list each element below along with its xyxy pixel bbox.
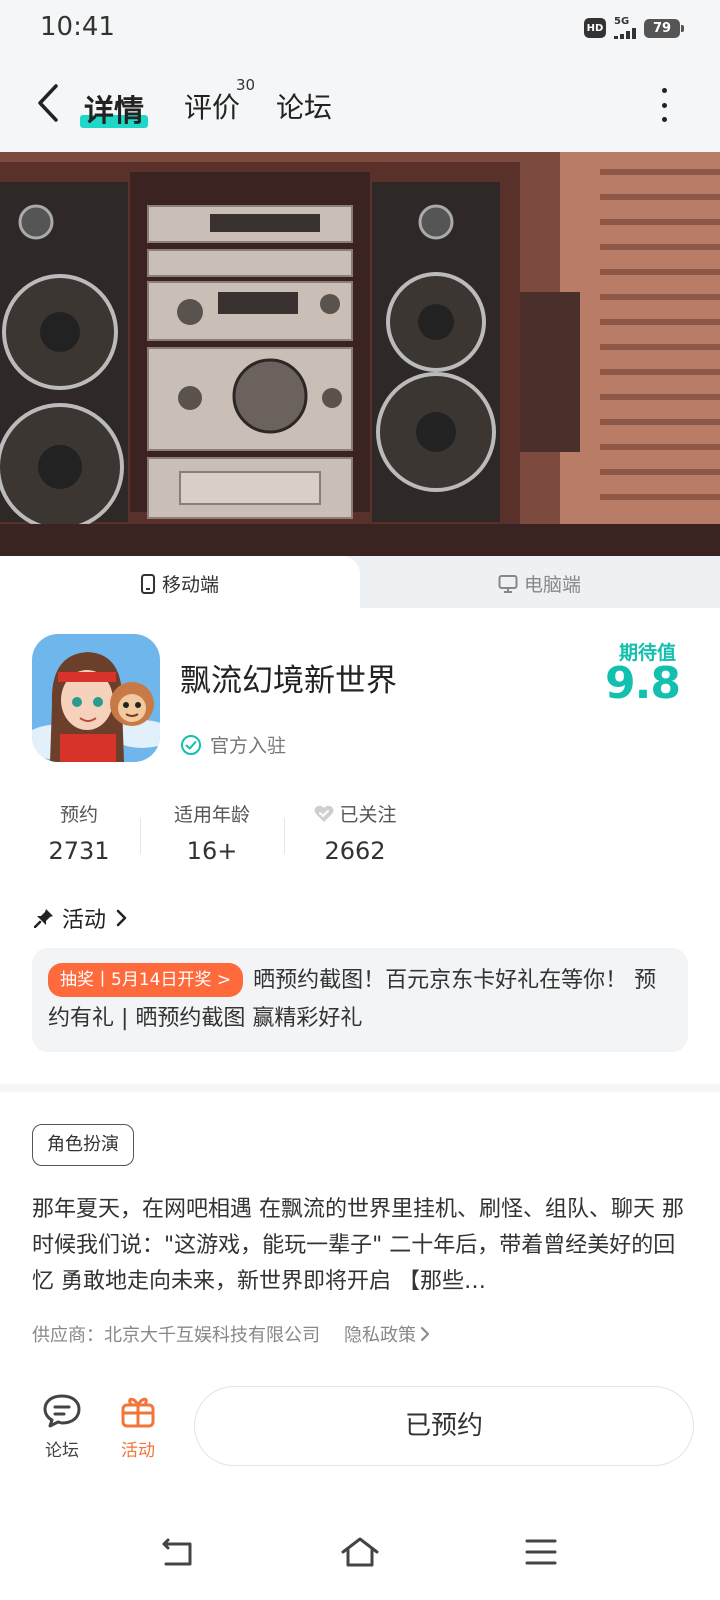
- stat-reservations: 预约 2731: [38, 800, 120, 865]
- official-label: 官方入驻: [210, 735, 287, 757]
- tab-mobile-label: 移动端: [162, 574, 220, 596]
- stat-value: 2662: [324, 837, 386, 865]
- system-home-icon: [341, 1537, 379, 1567]
- system-menu-icon: [525, 1539, 557, 1565]
- battery-icon: 79: [644, 18, 684, 38]
- gift-icon: [121, 1397, 155, 1428]
- stat-label-row: 已关注: [306, 800, 404, 827]
- supplier-text: 供应商：北京大千互娱科技有限公司: [32, 1325, 320, 1346]
- back-button[interactable]: [30, 80, 70, 126]
- hero-image: [0, 152, 720, 556]
- system-home-button[interactable]: [340, 1536, 380, 1572]
- app-name: 飘流幻境新世界: [180, 663, 397, 699]
- pin-icon: [34, 909, 53, 928]
- forum-chat-icon: [43, 1394, 81, 1428]
- tab-detail[interactable]: 详情: [80, 86, 148, 130]
- bottom-forum-button[interactable]: 论坛: [32, 1392, 92, 1461]
- bottom-forum-label: 论坛: [45, 1441, 79, 1461]
- verified-check-icon: [181, 734, 201, 755]
- privacy-policy-link[interactable]: 隐私政策: [344, 1321, 430, 1347]
- tab-forum[interactable]: 论坛: [276, 86, 332, 126]
- bottom-activity-button[interactable]: 活动: [108, 1392, 168, 1461]
- chevron-right-icon: [421, 1327, 429, 1341]
- app-icon-image: [32, 634, 160, 762]
- lottery-badge[interactable]: 抽奖丨5月14日开奖 >: [48, 963, 244, 997]
- platform-tabs: 移动端 电脑端: [0, 556, 720, 608]
- bottom-activity-label: 活动: [121, 1441, 155, 1461]
- heart-check-icon: [314, 805, 334, 822]
- stat-age-rating: 适用年龄 16+: [162, 800, 262, 865]
- network-type: 5G: [614, 16, 630, 27]
- tab-pc-label: 电脑端: [524, 574, 582, 596]
- stat-label: 预约: [59, 804, 98, 826]
- more-options-button[interactable]: [652, 88, 676, 122]
- activity-header-label: 活动: [62, 908, 107, 933]
- system-back-icon: [162, 1538, 192, 1566]
- stat-label: 适用年龄: [173, 804, 250, 826]
- chevron-right-icon: [116, 909, 127, 927]
- genre-tag[interactable]: 角色扮演: [32, 1124, 134, 1166]
- tab-pc[interactable]: 电脑端: [498, 570, 581, 597]
- stat-divider: [140, 818, 141, 854]
- system-back-button[interactable]: [160, 1536, 196, 1572]
- tab-mobile[interactable]: 移动端: [140, 570, 219, 597]
- stat-value: 2731: [48, 837, 110, 865]
- status-time: 10:41: [40, 12, 115, 42]
- activity-header[interactable]: 活动: [34, 902, 128, 934]
- stat-followed[interactable]: 已关注 2662: [306, 800, 404, 865]
- reserved-button[interactable]: 已预约: [194, 1386, 694, 1466]
- signal-icon: 5G: [614, 17, 636, 39]
- system-menu-button[interactable]: [524, 1536, 558, 1572]
- app-icon: [32, 634, 160, 762]
- expect-score: 9.8: [605, 658, 681, 709]
- phone-icon: [141, 573, 155, 594]
- nav-bar: 详情 评价 30 论坛: [0, 58, 720, 152]
- stat-label: 已关注: [339, 804, 397, 826]
- section-divider: [0, 1084, 720, 1092]
- back-arrow-icon: [38, 84, 58, 122]
- supplier-row: 供应商：北京大千互娱科技有限公司 隐私政策: [32, 1321, 430, 1347]
- hero-banner[interactable]: [0, 152, 720, 556]
- game-description[interactable]: 那年夏天，在网吧相遇 在飘流的世界里挂机、刷怪、组队、聊天 那时候我们说："这游…: [32, 1192, 688, 1300]
- activity-card[interactable]: 抽奖丨5月14日开奖 > 晒预约截图！百元京东卡好礼在等你！ 预约有礼 | 晒预约…: [32, 948, 688, 1052]
- tab-detail-label: 详情: [84, 94, 144, 129]
- privacy-label: 隐私政策: [344, 1325, 416, 1346]
- tab-review[interactable]: 评价: [184, 86, 240, 126]
- activity-text-block: 抽奖丨5月14日开奖 > 晒预约截图！百元京东卡好礼在等你！ 预约有礼 | 晒预约…: [48, 962, 672, 1038]
- monitor-icon: [498, 574, 518, 593]
- status-bar: 10:41 HD 5G 79: [0, 0, 720, 58]
- hd-icon: HD: [584, 18, 606, 38]
- stat-divider: [284, 818, 285, 854]
- status-icons: HD 5G 79: [584, 17, 684, 39]
- stat-value: 16+: [186, 837, 238, 865]
- official-badge: 官方入驻: [180, 731, 286, 758]
- review-count-badge: 30: [236, 76, 256, 94]
